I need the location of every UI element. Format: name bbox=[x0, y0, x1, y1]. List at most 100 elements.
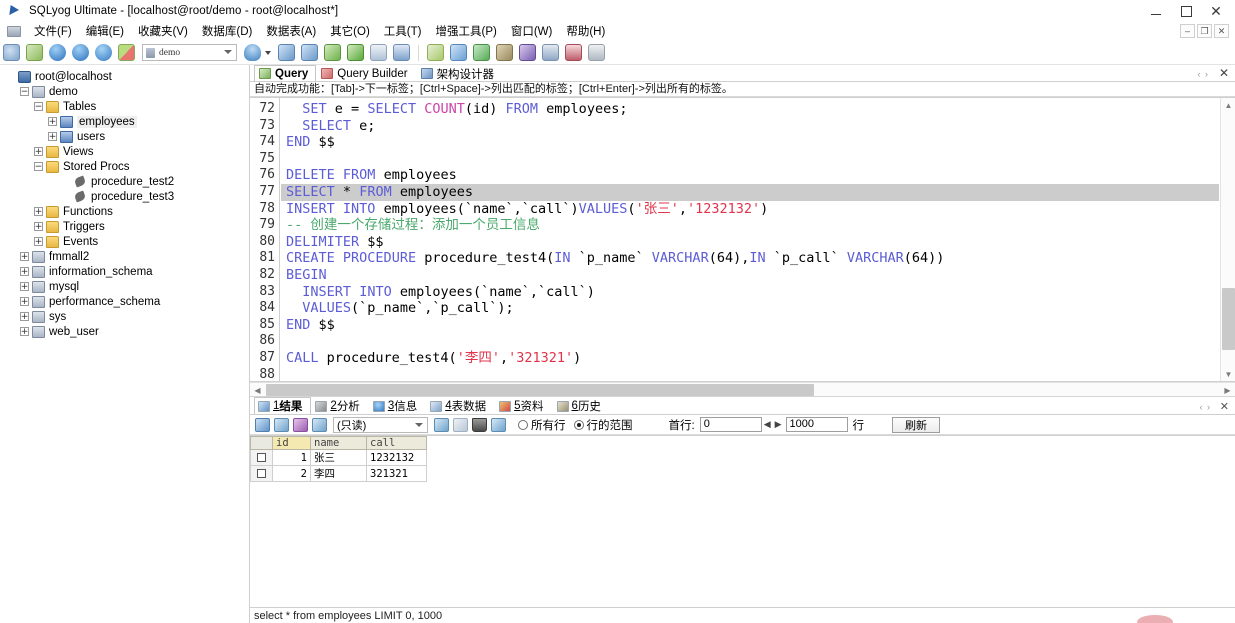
horizontal-scroll-thumb[interactable] bbox=[266, 384, 814, 396]
tab-query-builder[interactable]: Query Builder bbox=[316, 65, 415, 81]
sql-line[interactable]: END $$ bbox=[281, 317, 1219, 334]
import-icon[interactable] bbox=[450, 44, 467, 61]
close-button[interactable]: ✕ bbox=[1201, 0, 1231, 22]
grid-cell-name[interactable]: 张三 bbox=[310, 449, 367, 466]
expand-icon[interactable]: + bbox=[48, 117, 57, 126]
sql-formatter-icon[interactable] bbox=[427, 44, 444, 61]
scroll-left-icon[interactable]: ◀ bbox=[250, 383, 265, 397]
app-menu-icon[interactable] bbox=[7, 25, 21, 37]
row-limit-input[interactable]: 1000 bbox=[785, 417, 848, 432]
result-tab-1[interactable]: 1 结果 bbox=[254, 397, 312, 414]
row-checkbox[interactable] bbox=[257, 453, 266, 462]
prev-page-icon[interactable]: ◀ bbox=[764, 419, 771, 430]
tree-node-information-schema[interactable]: + information_schema bbox=[0, 264, 249, 279]
tree-node-root-localhost[interactable]: root@localhost bbox=[0, 69, 249, 84]
tree-node-sys[interactable]: + sys bbox=[0, 309, 249, 324]
result-tab-2[interactable]: 2 分析 bbox=[311, 397, 368, 414]
insert-row-icon[interactable] bbox=[434, 417, 449, 432]
connection-user-icon[interactable] bbox=[244, 44, 261, 61]
refresh-data-icon[interactable] bbox=[491, 417, 506, 432]
mdi-close-button[interactable]: ✕ bbox=[1214, 24, 1229, 38]
grid-cell-call[interactable]: 1232132 bbox=[366, 449, 427, 466]
grid-cell-id[interactable]: 2 bbox=[272, 465, 311, 482]
vertical-scroll-thumb[interactable] bbox=[1222, 288, 1235, 350]
tree-node-demo[interactable]: − demo bbox=[0, 84, 249, 99]
tab-query[interactable]: Query bbox=[254, 65, 317, 81]
row-checkbox-cell[interactable] bbox=[250, 465, 273, 482]
sync-data-icon[interactable] bbox=[473, 44, 490, 61]
sql-line[interactable]: SELECT * FROM employees bbox=[281, 183, 1219, 201]
tree-node-web-user[interactable]: + web_user bbox=[0, 324, 249, 339]
format-sql-icon[interactable] bbox=[370, 44, 387, 61]
grid-column-header-id[interactable]: id bbox=[272, 436, 311, 450]
backup-icon[interactable] bbox=[496, 44, 513, 61]
expand-icon[interactable]: + bbox=[34, 237, 43, 246]
grid-cell-call[interactable]: 321321 bbox=[366, 465, 427, 482]
tree-node-tables[interactable]: − Tables bbox=[0, 99, 249, 114]
scroll-up-icon[interactable]: ▲ bbox=[1221, 98, 1235, 112]
tree-node-events[interactable]: + Events bbox=[0, 234, 249, 249]
sql-line[interactable]: CREATE PROCEDURE procedure_test4(IN `p_n… bbox=[281, 250, 1219, 267]
sql-line[interactable]: VALUES(`p_name`,`p_call`); bbox=[281, 300, 1219, 317]
menu-edit[interactable]: 编辑(E) bbox=[79, 22, 131, 40]
user-manager-icon[interactable] bbox=[588, 44, 605, 61]
first-row-input[interactable]: 0 bbox=[699, 417, 762, 432]
menu-tools[interactable]: 工具(T) bbox=[377, 22, 429, 40]
tree-node-views[interactable]: + Views bbox=[0, 144, 249, 159]
menu-powertools[interactable]: 增强工具(P) bbox=[428, 22, 503, 40]
execute-all-queries-icon[interactable] bbox=[301, 44, 318, 61]
menu-window[interactable]: 窗口(W) bbox=[504, 22, 560, 40]
sql-line[interactable]: -- 创建一个存储过程：添加一个员工信息 bbox=[281, 217, 1219, 234]
row-checkbox-cell[interactable] bbox=[250, 449, 273, 466]
collapse-icon[interactable]: − bbox=[34, 162, 43, 171]
tree-node-users[interactable]: + users bbox=[0, 129, 249, 144]
sql-line[interactable]: BEGIN bbox=[281, 267, 1219, 284]
expand-icon[interactable]: + bbox=[48, 132, 57, 141]
object-browser-tree[interactable]: root@localhost − demo − Tables + employees + use… bbox=[0, 65, 250, 623]
execute-query-icon[interactable] bbox=[278, 44, 295, 61]
sql-line[interactable] bbox=[281, 151, 1219, 168]
row-checkbox[interactable] bbox=[257, 469, 266, 478]
query-builder-icon[interactable] bbox=[118, 44, 135, 61]
menu-table[interactable]: 数据表(A) bbox=[259, 22, 323, 40]
tree-node-mysql[interactable]: + mysql bbox=[0, 279, 249, 294]
result-tab-close-icon[interactable]: ✕ bbox=[1220, 400, 1229, 413]
expand-icon[interactable]: + bbox=[20, 252, 29, 261]
grid-mode-select[interactable]: (只读) bbox=[333, 416, 428, 433]
execute-current-icon[interactable] bbox=[347, 44, 364, 61]
editor-vertical-scrollbar[interactable]: ▲ ▼ bbox=[1220, 98, 1235, 381]
result-tab-6[interactable]: 6 历史 bbox=[553, 397, 610, 414]
expand-icon[interactable]: + bbox=[20, 297, 29, 306]
first-page-icon[interactable] bbox=[255, 417, 270, 432]
maximize-button[interactable] bbox=[1171, 0, 1201, 22]
stop-query-icon[interactable] bbox=[324, 44, 341, 61]
sql-line[interactable] bbox=[281, 367, 1219, 382]
expand-icon[interactable]: + bbox=[20, 312, 29, 321]
sql-line[interactable]: END $$ bbox=[281, 134, 1219, 151]
menu-other[interactable]: 其它(O) bbox=[323, 22, 377, 40]
refresh-object-browser-icon[interactable] bbox=[26, 44, 43, 61]
expand-icon[interactable]: + bbox=[34, 147, 43, 156]
next-page-icon[interactable]: ▶ bbox=[775, 419, 782, 430]
open-query-icon[interactable] bbox=[72, 44, 89, 61]
tree-node-functions[interactable]: + Functions bbox=[0, 204, 249, 219]
result-tab-3[interactable]: 3 信息 bbox=[369, 397, 426, 414]
editor-tab-close-icon[interactable]: ✕ bbox=[1219, 66, 1229, 80]
refresh-button[interactable]: 刷新 bbox=[892, 416, 941, 433]
sql-line[interactable]: DELIMITER $$ bbox=[281, 234, 1219, 251]
sql-line[interactable] bbox=[281, 333, 1219, 350]
mdi-restore-button[interactable]: ❐ bbox=[1197, 24, 1212, 38]
tree-node-triggers[interactable]: + Triggers bbox=[0, 219, 249, 234]
collapse-icon[interactable]: − bbox=[20, 87, 29, 96]
sql-line[interactable]: INSERT INTO employees(`name`,`call`) bbox=[281, 284, 1219, 301]
tree-node-procedure-test2[interactable]: procedure_test2 bbox=[0, 174, 249, 189]
expand-icon[interactable]: + bbox=[34, 222, 43, 231]
export-icon[interactable] bbox=[519, 44, 536, 61]
tree-node-stored-procs[interactable]: − Stored Procs bbox=[0, 159, 249, 174]
sql-line[interactable]: SET e = SELECT COUNT(id) FROM employees; bbox=[281, 101, 1219, 118]
expand-icon[interactable]: + bbox=[20, 327, 29, 336]
sql-line[interactable]: CALL procedure_test4('李四','321321') bbox=[281, 350, 1219, 367]
table-row[interactable]: 1 张三 1232132 bbox=[250, 449, 427, 466]
scroll-down-icon[interactable]: ▼ bbox=[1221, 367, 1235, 381]
result-tab-5[interactable]: 5 资料 bbox=[495, 397, 552, 414]
